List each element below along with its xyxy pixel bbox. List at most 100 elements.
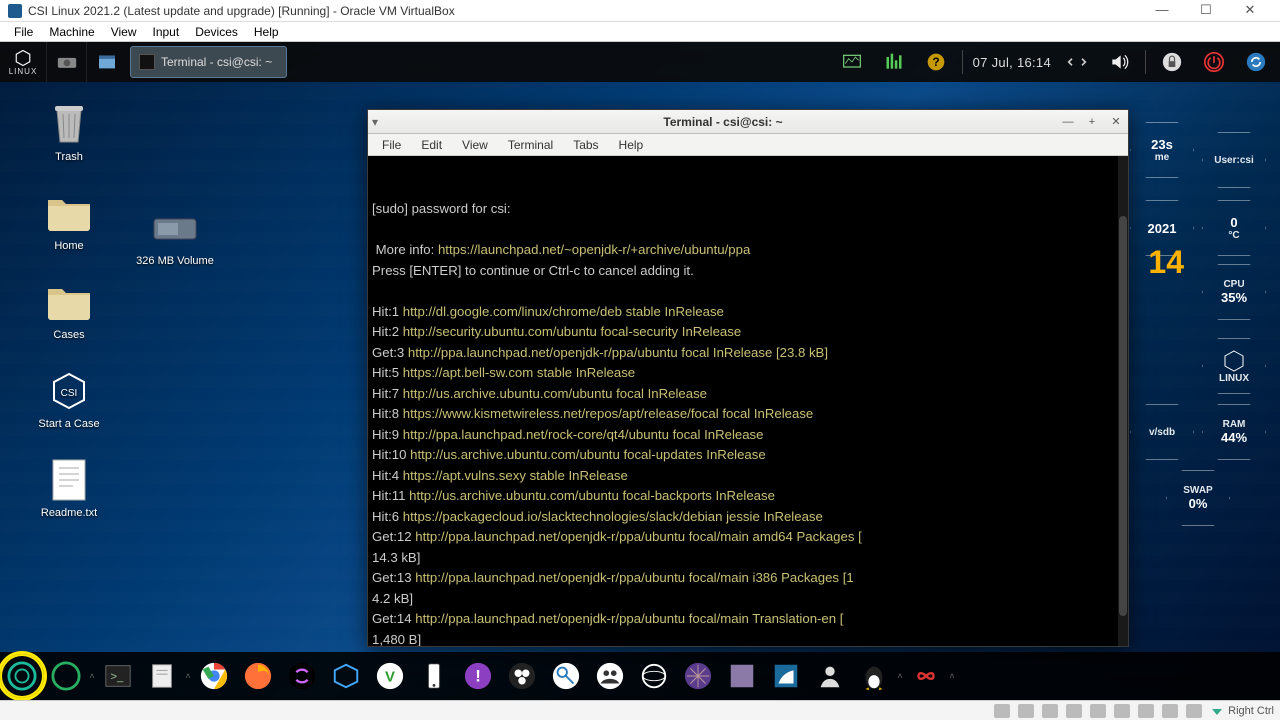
dock-cube[interactable] (324, 654, 368, 698)
desktop-icon-home[interactable]: Home (24, 189, 114, 252)
vbox-menu-help[interactable]: Help (246, 25, 287, 39)
terminal-maximize-button[interactable]: + (1082, 114, 1102, 130)
desktop-icon-cases[interactable]: Cases (24, 278, 114, 341)
dock-circle2[interactable] (44, 654, 88, 698)
dock-terminal[interactable]: >_ (96, 654, 140, 698)
firefox-icon (243, 661, 273, 691)
terminal-menu-edit[interactable]: Edit (411, 138, 452, 152)
terminal-minimize-button[interactable]: — (1058, 114, 1078, 130)
terminal-line: 4.2 kB] (372, 589, 1122, 610)
desktop-icon-start-case[interactable]: CSI Start a Case (24, 367, 114, 430)
panel-screenshot[interactable] (46, 42, 86, 82)
dock-obs[interactable] (500, 654, 544, 698)
vbox-titlebar: CSI Linux 2021.2 (Latest update and upgr… (0, 0, 1280, 22)
scrollbar-thumb[interactable] (1119, 216, 1127, 616)
terminal-menu-tabs[interactable]: Tabs (563, 138, 608, 152)
fin-icon (771, 661, 801, 691)
vbox-status-rec-icon[interactable] (1162, 704, 1178, 718)
terminal-scrollbar[interactable] (1118, 156, 1128, 646)
tray-volume[interactable] (1103, 48, 1135, 76)
dock-person[interactable] (808, 654, 852, 698)
dock-editor[interactable] (140, 654, 184, 698)
dock-app-menu[interactable] (0, 654, 44, 698)
document-icon (147, 661, 177, 691)
desktop-icon-volume[interactable]: 326 MB Volume (130, 204, 220, 267)
terminal-line: 14.3 kB] (372, 548, 1122, 569)
tray-cpu-bars[interactable] (878, 48, 910, 76)
vbox-status-cpu-icon[interactable] (1186, 704, 1202, 718)
dock-globe[interactable] (632, 654, 676, 698)
system-monitor-widget: 23sme User:csi 2021 0°C 14 CPU35% LINUX … (1120, 82, 1280, 552)
terminal-close-button[interactable]: ✕ (1106, 114, 1126, 130)
dock-users[interactable] (588, 654, 632, 698)
desktop-icon-readme[interactable]: Readme.txt (24, 456, 114, 519)
tray-system-monitor[interactable] (836, 48, 868, 76)
maximize-button[interactable]: ☐ (1184, 0, 1228, 22)
tray-expand[interactable] (1061, 48, 1093, 76)
arrow-down-icon (1210, 705, 1224, 717)
vbox-status-shared-icon[interactable] (1114, 704, 1130, 718)
terminal-line: Hit:2 http://security.ubuntu.com/ubuntu … (372, 322, 1122, 343)
folder-icon (45, 189, 93, 237)
vbox-menu-view[interactable]: View (103, 25, 145, 39)
vbox-status-hd-icon[interactable] (994, 704, 1010, 718)
trash-icon (45, 100, 93, 148)
terminal-menu-file[interactable]: File (372, 138, 411, 152)
dock-sep[interactable]: ˄ (88, 662, 96, 690)
panel-filemanager[interactable] (86, 42, 126, 82)
tray-power[interactable] (1198, 48, 1230, 76)
sync-icon (287, 661, 317, 691)
expand-icon (1067, 52, 1087, 72)
power-icon (1204, 52, 1224, 72)
vbox-menu-machine[interactable]: Machine (41, 25, 102, 39)
guest-screen: LINUX Terminal - csi@csi: ~ ? 07 Jul, 16… (0, 42, 1280, 700)
terminal-menu-dropdown-icon[interactable]: ▾ (372, 115, 386, 129)
dock-sync[interactable] (280, 654, 324, 698)
tray-lock[interactable] (1156, 48, 1188, 76)
vbox-status-display-icon[interactable] (1138, 704, 1154, 718)
vbox-status-net-icon[interactable] (1066, 704, 1082, 718)
vbox-status-audio-icon[interactable] (1042, 704, 1058, 718)
terminal-menu-terminal[interactable]: Terminal (498, 138, 563, 152)
desktop-icon-trash[interactable]: Trash (24, 100, 114, 163)
globe-gear-icon (639, 661, 669, 691)
obs-icon (507, 661, 537, 691)
vbox-menu-file[interactable]: File (6, 25, 41, 39)
dock-chrome[interactable] (192, 654, 236, 698)
dock-wireshark[interactable] (764, 654, 808, 698)
dock-tux[interactable] (852, 654, 896, 698)
taskbar-item-terminal[interactable]: Terminal - csi@csi: ~ (130, 46, 287, 78)
dock-firefox[interactable] (236, 654, 280, 698)
dock-infinity[interactable] (904, 654, 948, 698)
tray-help[interactable]: ? (920, 48, 952, 76)
lock-icon (1162, 52, 1182, 72)
chat-icon: ! (463, 661, 493, 691)
terminal-titlebar[interactable]: ▾ Terminal - csi@csi: ~ — + ✕ (368, 110, 1128, 134)
svg-text:>_: >_ (111, 671, 125, 683)
minimize-button[interactable]: — (1140, 0, 1184, 22)
vbox-menu-input[interactable]: Input (145, 25, 188, 39)
dock-network[interactable] (676, 654, 720, 698)
dock-phone[interactable] (412, 654, 456, 698)
close-button[interactable]: ✕ (1228, 0, 1272, 22)
tray-refresh[interactable] (1240, 48, 1272, 76)
vbox-menu-devices[interactable]: Devices (187, 25, 246, 39)
dock-pidgin[interactable]: ! (456, 654, 500, 698)
dock-autopsy[interactable] (720, 654, 764, 698)
vbox-status-usb-icon[interactable] (1090, 704, 1106, 718)
terminal-title: Terminal - csi@csi: ~ (390, 115, 1056, 129)
terminal-line: Hit:6 https://packagecloud.io/slacktechn… (372, 507, 1122, 528)
dock-veracrypt[interactable]: V (368, 654, 412, 698)
app-launcher[interactable]: LINUX (0, 42, 46, 82)
terminal-line: More info: https://launchpad.net/~openjd… (372, 240, 1122, 261)
vbox-status-od-icon[interactable] (1018, 704, 1034, 718)
terminal-menu-view[interactable]: View (452, 138, 498, 152)
phone-icon (419, 661, 449, 691)
terminal-output[interactable]: [sudo] password for csi: More info: http… (368, 156, 1128, 646)
cube-icon (331, 661, 361, 691)
panel-clock[interactable]: 07 Jul, 16:14 (973, 55, 1051, 70)
terminal-menu-help[interactable]: Help (609, 138, 654, 152)
vbox-hostkey[interactable]: Right Ctrl (1210, 705, 1274, 717)
dock-keepass[interactable] (544, 654, 588, 698)
infinity-icon (911, 661, 941, 691)
